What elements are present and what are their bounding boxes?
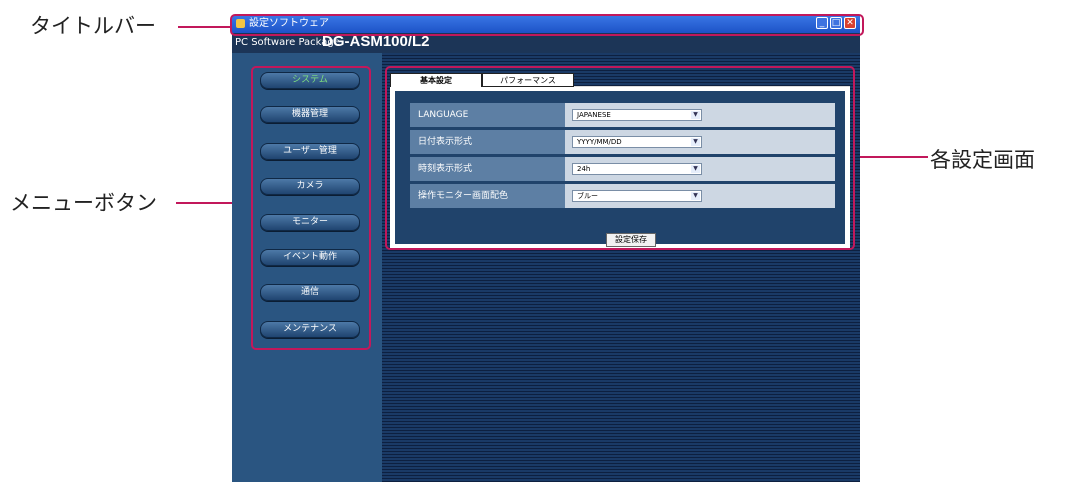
titlebar-highlight — [230, 14, 864, 36]
settings-screen-highlight — [385, 66, 855, 250]
callout-settings-screen-label: 各設定画面 — [930, 148, 1035, 172]
callout-settings-screen-leader — [853, 156, 928, 158]
brand-bar: PC Software Package DG-ASM100/L2 — [232, 33, 860, 53]
callout-titlebar-label: タイトルバー — [30, 14, 156, 38]
callout-menu-buttons-label: メニューボタン — [10, 191, 157, 215]
callout-titlebar-leader — [178, 26, 232, 28]
menu-buttons-highlight — [251, 66, 371, 350]
